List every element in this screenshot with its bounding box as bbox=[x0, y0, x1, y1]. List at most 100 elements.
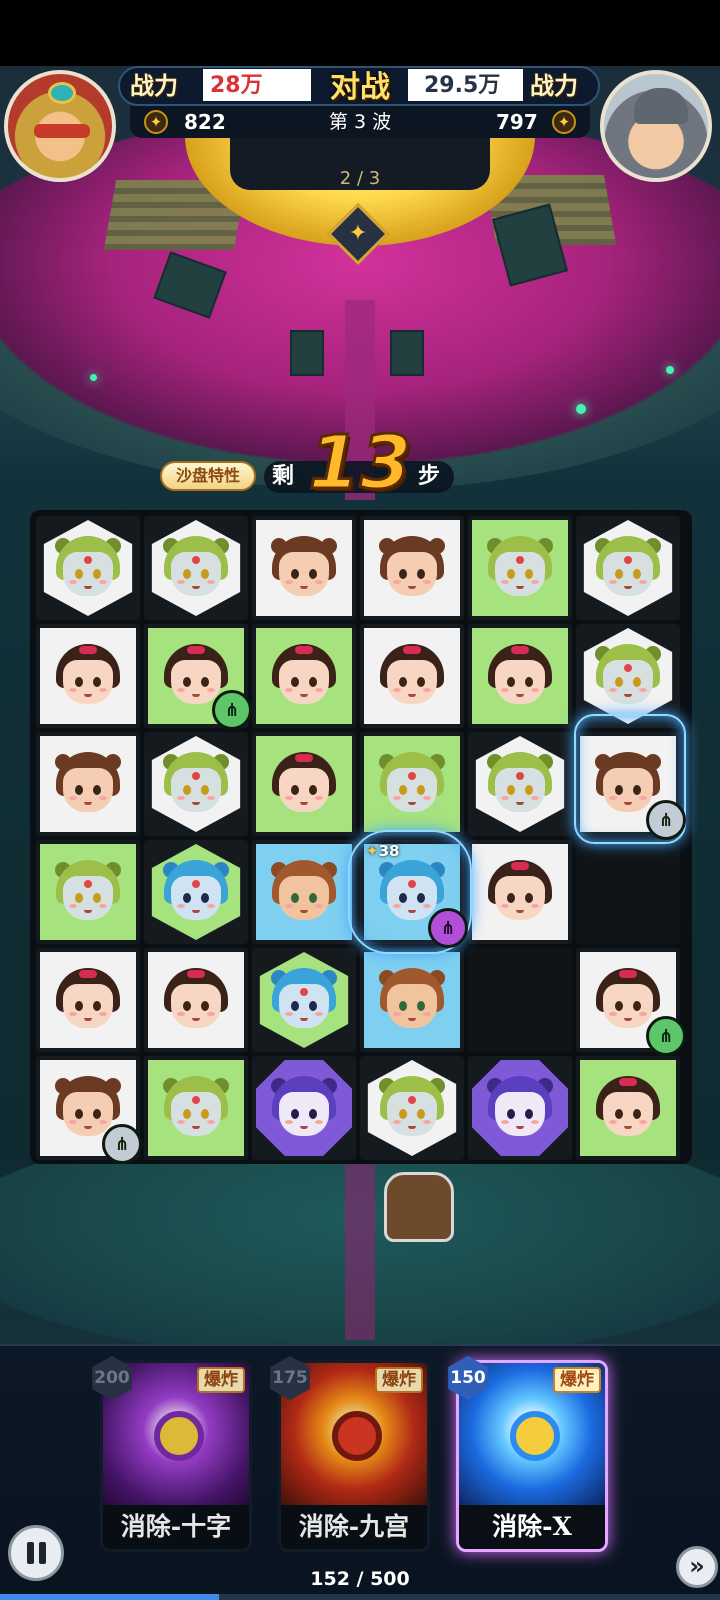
card-name: 消除-X bbox=[459, 1505, 605, 1549]
hero-character-sprite bbox=[384, 1172, 454, 1242]
monster-tile[interactable] bbox=[472, 1060, 568, 1156]
bun-tile[interactable] bbox=[364, 520, 460, 616]
board-cell[interactable] bbox=[36, 840, 140, 944]
board-cell[interactable] bbox=[36, 948, 140, 1052]
skull-icon bbox=[154, 1411, 204, 1461]
girl-tile[interactable] bbox=[40, 952, 136, 1048]
score-gain-value: 38 bbox=[378, 842, 400, 860]
board-cell[interactable] bbox=[252, 948, 356, 1052]
board-cell[interactable] bbox=[36, 624, 140, 728]
arena-path-bottom bbox=[345, 1140, 375, 1340]
board-cell[interactable] bbox=[252, 732, 356, 836]
score-left: 822 bbox=[184, 110, 226, 134]
fast-forward-button[interactable]: » bbox=[676, 1546, 718, 1588]
fish-tile[interactable] bbox=[151, 844, 241, 940]
bun-tile[interactable] bbox=[256, 520, 352, 616]
monster-face-icon bbox=[485, 1076, 555, 1140]
cat-face-icon bbox=[593, 536, 663, 600]
arena-pillar bbox=[390, 330, 424, 376]
cat-tile[interactable] bbox=[367, 1060, 457, 1156]
card-tag: 爆炸 bbox=[197, 1367, 245, 1393]
girl-tile[interactable] bbox=[364, 628, 460, 724]
girl-tile[interactable] bbox=[472, 844, 568, 940]
board-cell[interactable] bbox=[36, 732, 140, 836]
game-stage: 2 / 3 ✦ 战力 28万 对战 29.5万 战力 ✦ 822 第 3 波 7… bbox=[0, 0, 720, 1600]
board-cell[interactable] bbox=[468, 840, 572, 944]
bun-tile[interactable] bbox=[40, 736, 136, 832]
card-tag: 爆炸 bbox=[375, 1367, 423, 1393]
score-right: 797 bbox=[496, 110, 538, 134]
cat-tile[interactable] bbox=[583, 628, 673, 724]
lock-icon: ⋔ bbox=[646, 800, 686, 840]
cat-tile[interactable] bbox=[40, 844, 136, 940]
board-cell[interactable] bbox=[144, 516, 248, 620]
board-cell[interactable] bbox=[144, 840, 248, 944]
board-cell[interactable] bbox=[360, 516, 464, 620]
girl-tile[interactable] bbox=[256, 628, 352, 724]
girl-tile[interactable] bbox=[40, 628, 136, 724]
score-gem-icon-left: ✦ bbox=[144, 110, 168, 134]
board-cell[interactable] bbox=[252, 1056, 356, 1160]
skull-icon bbox=[332, 1411, 382, 1461]
board-cell[interactable] bbox=[360, 624, 464, 728]
girl-tile[interactable] bbox=[472, 628, 568, 724]
lock-icon: ⋔ bbox=[212, 690, 252, 730]
board-cell[interactable] bbox=[36, 516, 140, 620]
board-cell[interactable] bbox=[360, 948, 464, 1052]
glow-orb bbox=[576, 404, 586, 414]
girl-tile[interactable] bbox=[580, 1060, 676, 1156]
girl-face-icon bbox=[53, 644, 123, 708]
cat-face-icon bbox=[485, 752, 555, 816]
cat-tile[interactable] bbox=[583, 520, 673, 616]
girl-face-icon bbox=[161, 968, 231, 1032]
girl-tile[interactable] bbox=[256, 736, 352, 832]
board-cell[interactable] bbox=[468, 732, 572, 836]
board-cell[interactable] bbox=[576, 1056, 680, 1160]
cat-face-icon bbox=[161, 1076, 231, 1140]
board-cell[interactable] bbox=[252, 516, 356, 620]
lock-icon: ⋔ bbox=[102, 1124, 142, 1164]
board-cell[interactable] bbox=[252, 840, 356, 944]
board-cell[interactable] bbox=[360, 732, 464, 836]
board-cell[interactable] bbox=[144, 732, 248, 836]
wave-progress-text: 2 / 3 bbox=[339, 168, 381, 189]
cat-face-icon bbox=[593, 644, 663, 708]
pause-button[interactable] bbox=[8, 1525, 64, 1581]
pause-icon bbox=[26, 1542, 34, 1564]
board-cell[interactable] bbox=[468, 948, 572, 1052]
cat-tile[interactable] bbox=[151, 520, 241, 616]
opponent-avatar[interactable] bbox=[600, 70, 712, 182]
cat-tile[interactable] bbox=[364, 736, 460, 832]
board-cell[interactable] bbox=[576, 516, 680, 620]
power-label-right: 战力 bbox=[530, 71, 578, 100]
board-cell[interactable] bbox=[576, 840, 680, 944]
girl-face-icon bbox=[485, 644, 555, 708]
monster-tile[interactable] bbox=[256, 1060, 352, 1156]
cat-tile[interactable] bbox=[148, 1060, 244, 1156]
board-cell[interactable] bbox=[468, 624, 572, 728]
board-cell[interactable] bbox=[144, 948, 248, 1052]
board-cell[interactable] bbox=[144, 1056, 248, 1160]
board-cell[interactable] bbox=[468, 516, 572, 620]
cat-tile[interactable] bbox=[151, 736, 241, 832]
cat-tile[interactable] bbox=[43, 520, 133, 616]
bear-tile[interactable] bbox=[364, 952, 460, 1048]
cat-tile[interactable] bbox=[472, 520, 568, 616]
cat-face-icon bbox=[53, 860, 123, 924]
bun-face-icon bbox=[269, 536, 339, 600]
sandbox-trait-button[interactable]: 沙盘特性 bbox=[160, 461, 256, 491]
steps-suffix: 步 bbox=[418, 464, 441, 489]
board-cell[interactable] bbox=[576, 624, 680, 728]
player-avatar[interactable] bbox=[4, 70, 116, 182]
board-cell[interactable] bbox=[468, 1056, 572, 1160]
bear-tile[interactable] bbox=[256, 844, 352, 940]
cat-tile[interactable] bbox=[475, 736, 565, 832]
board-cell[interactable] bbox=[252, 624, 356, 728]
board-cell[interactable] bbox=[360, 1056, 464, 1160]
girl-face-icon bbox=[269, 644, 339, 708]
energy-bar-fill bbox=[0, 1594, 219, 1600]
fish-tile[interactable] bbox=[259, 952, 349, 1048]
girl-tile[interactable] bbox=[148, 952, 244, 1048]
power-label-left: 战力 bbox=[130, 71, 178, 100]
card-name: 消除-十字 bbox=[103, 1505, 249, 1549]
